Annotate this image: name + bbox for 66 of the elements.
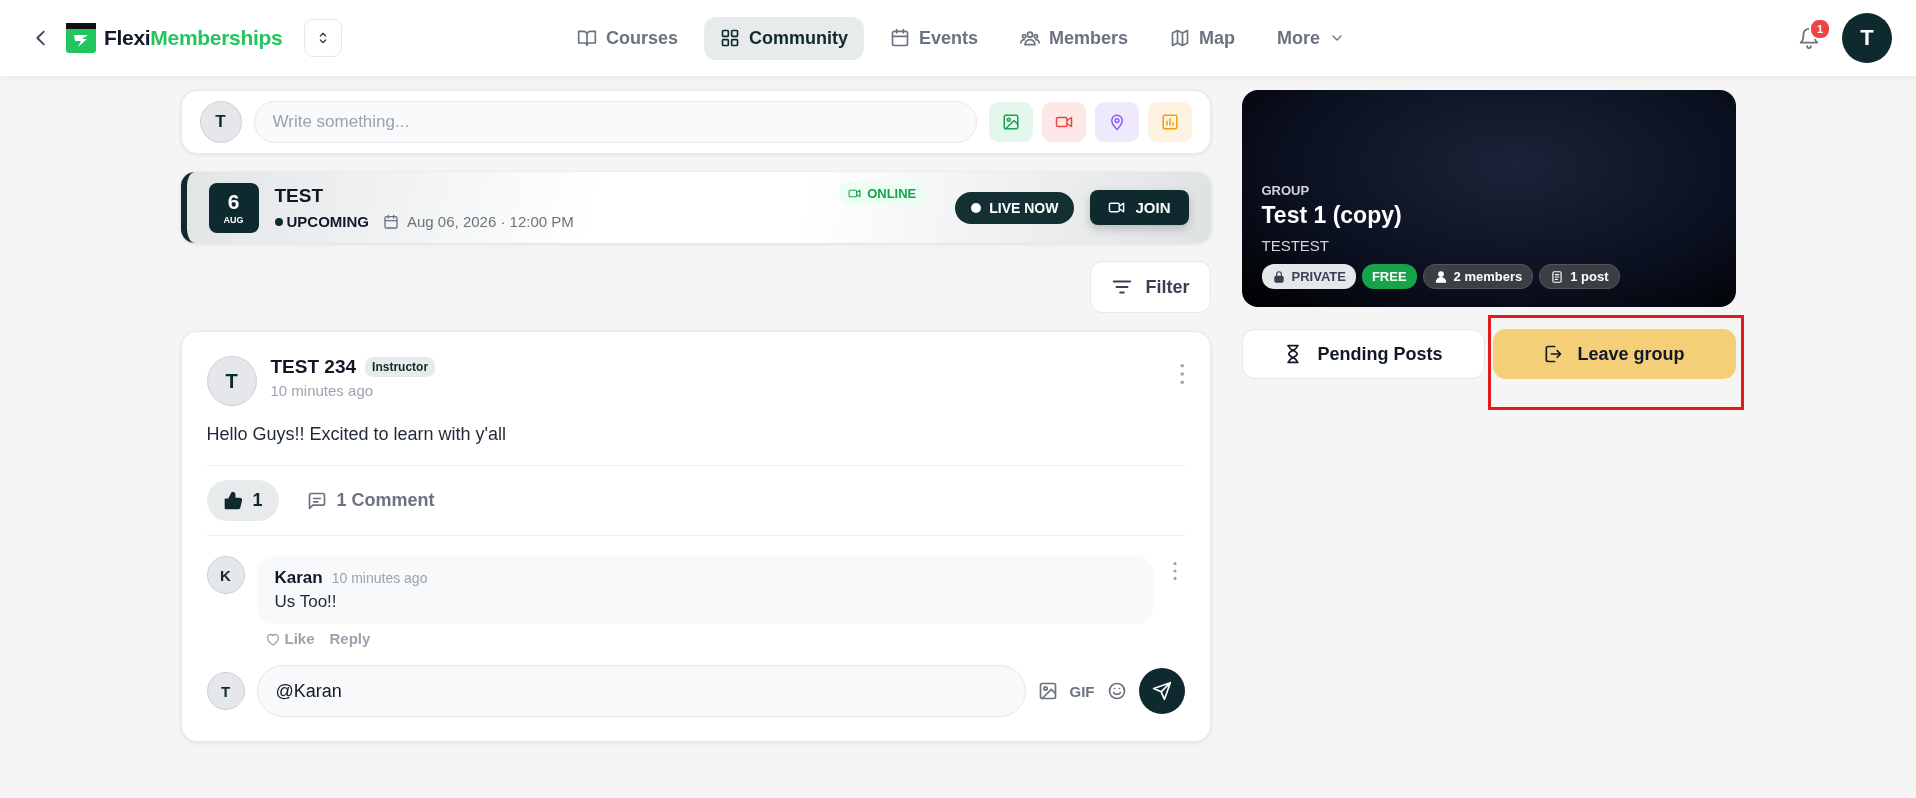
location-button[interactable]: [1094, 102, 1139, 142]
privacy-badge: PRIVATE: [1261, 264, 1356, 289]
more-options-icon[interactable]: [1180, 364, 1185, 384]
more-options-icon[interactable]: [1172, 562, 1177, 580]
user-avatar: T: [206, 672, 245, 710]
brand-name[interactable]: FlexiMemberships: [104, 26, 283, 50]
poll-button[interactable]: [1147, 102, 1192, 142]
comment-time: 10 minutes ago: [331, 570, 428, 586]
book-icon: [576, 28, 597, 48]
pending-posts-button[interactable]: Pending Posts: [1241, 329, 1485, 379]
people-icon: [1020, 28, 1040, 48]
video-button[interactable]: [1041, 102, 1086, 142]
grid-icon: [719, 28, 740, 48]
leave-group-button[interactable]: Leave group: [1492, 329, 1736, 379]
document-icon: [1550, 269, 1565, 284]
post-text: Hello Guys!! Excited to learn with y'all: [206, 424, 1185, 466]
send-icon: [1151, 681, 1172, 701]
thumbs-up-icon: [222, 490, 243, 511]
exit-icon: [1543, 344, 1564, 364]
person-icon: [1433, 269, 1448, 284]
comments-button[interactable]: 1 Comment: [306, 490, 435, 511]
notification-count: 1: [1809, 18, 1831, 40]
video-camera-icon: [848, 187, 862, 200]
reply-input-field[interactable]: @Karan: [256, 665, 1026, 717]
gif-button[interactable]: GIF: [1069, 682, 1095, 700]
logo-icon: [66, 23, 96, 53]
event-title: TEST: [274, 185, 325, 207]
more-menu[interactable]: More: [1261, 16, 1362, 60]
nav-tab[interactable]: Courses: [560, 16, 694, 60]
map-icon: [1170, 28, 1191, 48]
image-button[interactable]: [988, 102, 1033, 142]
author-name[interactable]: TEST 234: [270, 356, 357, 378]
like-button[interactable]: 1: [206, 480, 279, 521]
event-status: UPCOMING: [274, 213, 369, 230]
group-label: GROUP: [1261, 183, 1311, 198]
filter-button[interactable]: Filter: [1090, 261, 1211, 313]
post-input-field[interactable]: Write something...: [253, 101, 977, 143]
commenter-avatar: K: [206, 556, 245, 594]
calendar-icon: [889, 28, 910, 48]
nav-tab[interactable]: Members: [1004, 16, 1145, 60]
nav-tab[interactable]: Map: [1154, 16, 1252, 60]
bar-chart-icon: [1160, 113, 1179, 131]
role-badge: Instructor: [365, 357, 436, 377]
commenter-name[interactable]: Karan: [274, 568, 323, 588]
lock-icon: [1271, 269, 1286, 284]
date-badge: 6 AUG: [208, 182, 259, 233]
group-description: TESTEST: [1261, 237, 1330, 254]
comment-text: Us Too!!: [274, 592, 338, 612]
switcher-button[interactable]: [304, 19, 343, 57]
online-badge: ONLINE: [839, 182, 926, 205]
members-badge: 2 members: [1422, 264, 1534, 289]
nav-tab[interactable]: Events: [873, 16, 994, 60]
calendar-icon: [383, 213, 399, 230]
group-name: Test 1 (copy): [1261, 202, 1403, 229]
user-avatar[interactable]: T: [1842, 13, 1892, 63]
live-now-button[interactable]: LIVE NOW: [955, 191, 1075, 224]
comment-icon: [306, 490, 327, 511]
author-avatar: T: [206, 356, 257, 406]
price-badge: FREE: [1361, 264, 1417, 289]
nav-tab[interactable]: Community: [703, 16, 864, 60]
join-button[interactable]: JOIN: [1090, 190, 1189, 225]
send-button[interactable]: [1138, 668, 1185, 714]
event-datetime: Aug 06, 2026 · 12:00 PM: [407, 213, 574, 230]
posts-badge: 1 post: [1539, 264, 1620, 289]
user-avatar: T: [199, 101, 242, 143]
post-time: 10 minutes ago: [270, 382, 375, 399]
